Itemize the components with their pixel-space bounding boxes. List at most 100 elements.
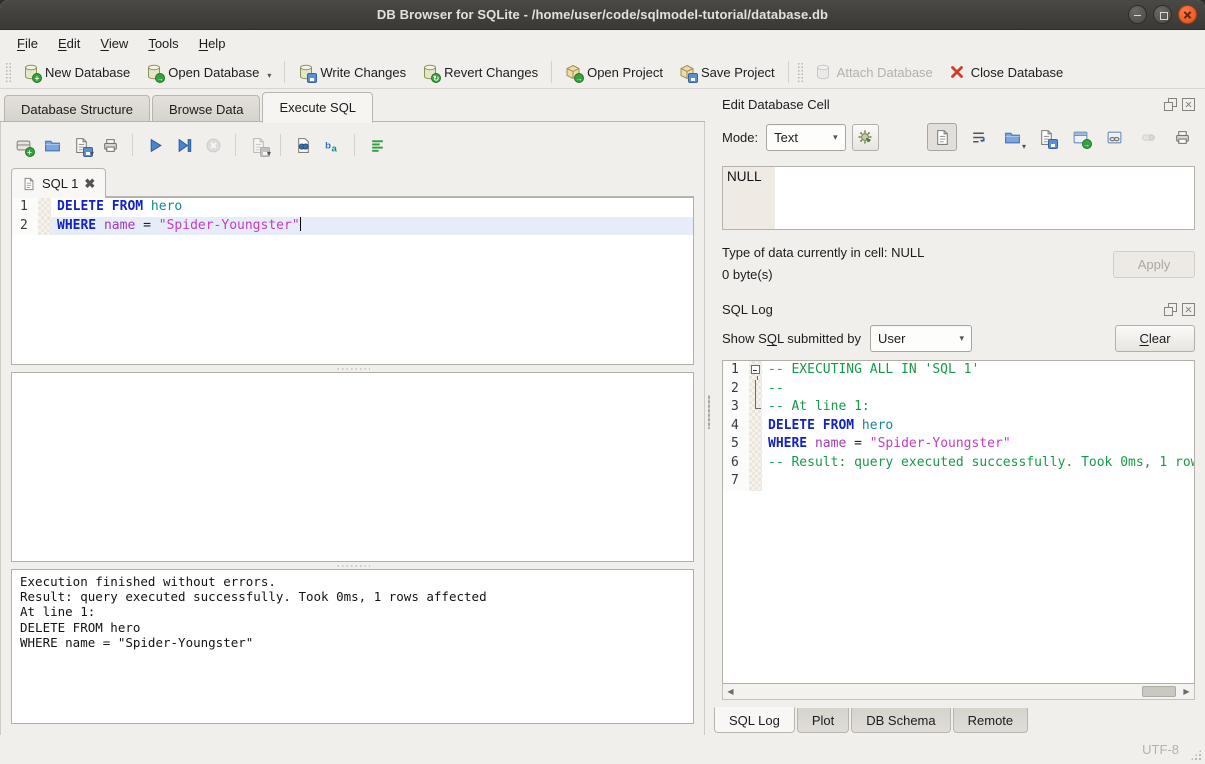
open-project-button[interactable]: Open Project	[557, 60, 671, 84]
revert-changes-button[interactable]: Revert Changes	[414, 60, 546, 84]
tab-database-structure[interactable]: Database Structure	[4, 95, 150, 122]
new-tab-icon	[15, 137, 32, 154]
float-panel-icon[interactable]	[1164, 303, 1177, 316]
sql-log-panel-title: SQL Log	[722, 302, 1159, 317]
close-database-button[interactable]: Close Database	[941, 60, 1072, 84]
dock-tab-bar: SQL Log Plot DB Schema Remote	[712, 708, 1205, 735]
execute-current-line-button[interactable]	[172, 133, 196, 157]
word-wrap-button[interactable]	[965, 125, 991, 149]
maximize-button[interactable]	[1153, 5, 1172, 24]
menu-edit[interactable]: Edit	[49, 33, 89, 54]
code-line: 1DELETE FROM hero	[12, 198, 693, 217]
new-sql-tab-button[interactable]	[11, 133, 35, 157]
code-line: 2WHERE name = "Spider-Youngster"	[12, 217, 693, 236]
auto-complete-button[interactable]	[320, 133, 344, 157]
app-window: DB Browser for SQLite - /home/user/code/…	[0, 0, 1205, 764]
splitter-handle[interactable]	[11, 562, 694, 569]
tab-browse-data[interactable]: Browse Data	[152, 95, 260, 122]
cell-info-row: Type of data currently in cell: NULL 0 b…	[722, 242, 1195, 286]
word-wrap-icon	[970, 129, 987, 146]
print-sql-button[interactable]	[98, 133, 122, 157]
write-changes-button[interactable]: Write Changes	[290, 60, 414, 84]
stop-execution-button[interactable]	[201, 133, 225, 157]
menu-help[interactable]: Help	[190, 33, 235, 54]
toolbar-drag-handle[interactable]	[5, 62, 12, 82]
menu-view[interactable]: View	[91, 33, 137, 54]
resize-grip-icon[interactable]	[1190, 749, 1202, 761]
clear-log-button[interactable]: Clear	[1115, 325, 1195, 352]
apply-button[interactable]: Apply	[1113, 251, 1195, 278]
set-null-button[interactable]	[1135, 125, 1161, 149]
sql-editor[interactable]: 1DELETE FROM hero2WHERE name = "Spider-Y…	[11, 197, 694, 365]
close-tab-icon[interactable]: ✖	[84, 176, 95, 192]
main-toolbar: New Database Open Database ▾ Write Chang…	[0, 56, 1205, 89]
tab-sql-log[interactable]: SQL Log	[714, 707, 795, 733]
cell-editor-controls: Mode: Text ▾ ▾	[722, 122, 1195, 152]
menu-file[interactable]: File	[8, 33, 47, 54]
open-in-external-button[interactable]	[1067, 125, 1093, 149]
submitted-by-select[interactable]: User ▾	[870, 325, 972, 352]
toolbar-drag-handle[interactable]	[797, 62, 804, 82]
close-panel-icon[interactable]	[1182, 303, 1195, 316]
import-data-button[interactable]: ▾	[999, 125, 1025, 149]
vertical-splitter[interactable]	[705, 89, 712, 735]
cell-value-editor[interactable]: NULL	[722, 166, 1195, 230]
find-replace-button[interactable]	[291, 133, 315, 157]
text-document-icon	[934, 129, 951, 146]
splitter-handle[interactable]	[11, 365, 694, 372]
code-line: 5WHERE name = "Spider-Youngster"	[723, 435, 1194, 454]
database-save-icon	[298, 64, 314, 80]
open-database-button[interactable]: Open Database ▾	[138, 60, 279, 84]
execute-all-button[interactable]	[143, 133, 167, 157]
mode-select[interactable]: Text ▾	[766, 124, 845, 151]
tab-plot[interactable]: Plot	[797, 708, 849, 733]
window-link-icon	[1106, 129, 1123, 146]
sql-log-view[interactable]: 1-- EXECUTING ALL IN 'SQL 1'2--3-- At li…	[722, 360, 1195, 684]
print-cell-button[interactable]	[1169, 125, 1195, 149]
save-sql-file-button[interactable]: ▾	[69, 133, 93, 157]
edit-cell-panel-title: Edit Database Cell	[722, 97, 1159, 112]
fold-collapse-icon	[751, 365, 760, 374]
cell-type-info: Type of data currently in cell: NULL	[722, 242, 1113, 264]
save-file-icon	[1038, 129, 1055, 146]
execution-message-pane[interactable]: Execution finished without errors. Resul…	[11, 569, 694, 724]
close-window-button[interactable]	[1178, 5, 1197, 24]
letters-ab-icon	[324, 137, 341, 154]
float-panel-icon[interactable]	[1164, 98, 1177, 111]
chevron-down-icon: ▾	[959, 333, 964, 344]
tab-remote[interactable]: Remote	[953, 708, 1029, 733]
open-sql-file-button[interactable]	[40, 133, 64, 157]
printer-icon	[102, 137, 119, 154]
close-panel-icon[interactable]	[1182, 98, 1195, 111]
auto-apply-button[interactable]	[852, 124, 879, 151]
red-x-icon	[949, 64, 965, 80]
database-plus-icon	[23, 64, 39, 80]
tab-execute-sql[interactable]: Execute SQL	[262, 92, 373, 123]
results-table[interactable]	[11, 372, 694, 562]
project-open-icon	[565, 64, 581, 80]
title-bar: DB Browser for SQLite - /home/user/code/…	[0, 0, 1205, 30]
text-mode-toggle[interactable]	[927, 123, 957, 151]
sql-toolbar: ▾ ▾	[11, 130, 694, 160]
format-sql-button[interactable]	[365, 133, 389, 157]
sql-1-tab[interactable]: SQL 1 ✖	[11, 168, 106, 198]
menu-tools[interactable]: Tools	[139, 33, 187, 54]
encoding-indicator[interactable]: UTF-8	[1142, 742, 1179, 757]
export-data-button[interactable]	[1033, 125, 1059, 149]
scroll-left-icon[interactable]: ◀	[723, 684, 738, 699]
save-results-button[interactable]: ▾	[246, 133, 270, 157]
save-results-icon	[250, 137, 267, 154]
open-file-icon	[1004, 129, 1021, 146]
play-icon	[147, 137, 164, 154]
new-database-button[interactable]: New Database	[15, 60, 138, 84]
scrollbar-thumb[interactable]	[1142, 686, 1176, 697]
horizontal-scrollbar[interactable]: ◀ ▶	[722, 684, 1195, 700]
database-attach-icon	[815, 64, 831, 80]
open-in-app-button[interactable]	[1101, 125, 1127, 149]
attach-database-button[interactable]: Attach Database	[807, 60, 941, 84]
tab-db-schema[interactable]: DB Schema	[851, 708, 950, 733]
scroll-right-icon[interactable]: ▶	[1179, 684, 1194, 699]
save-project-button[interactable]: Save Project	[671, 60, 783, 84]
minimize-button[interactable]	[1128, 5, 1147, 24]
dropdown-arrow-icon: ▾	[267, 150, 271, 158]
